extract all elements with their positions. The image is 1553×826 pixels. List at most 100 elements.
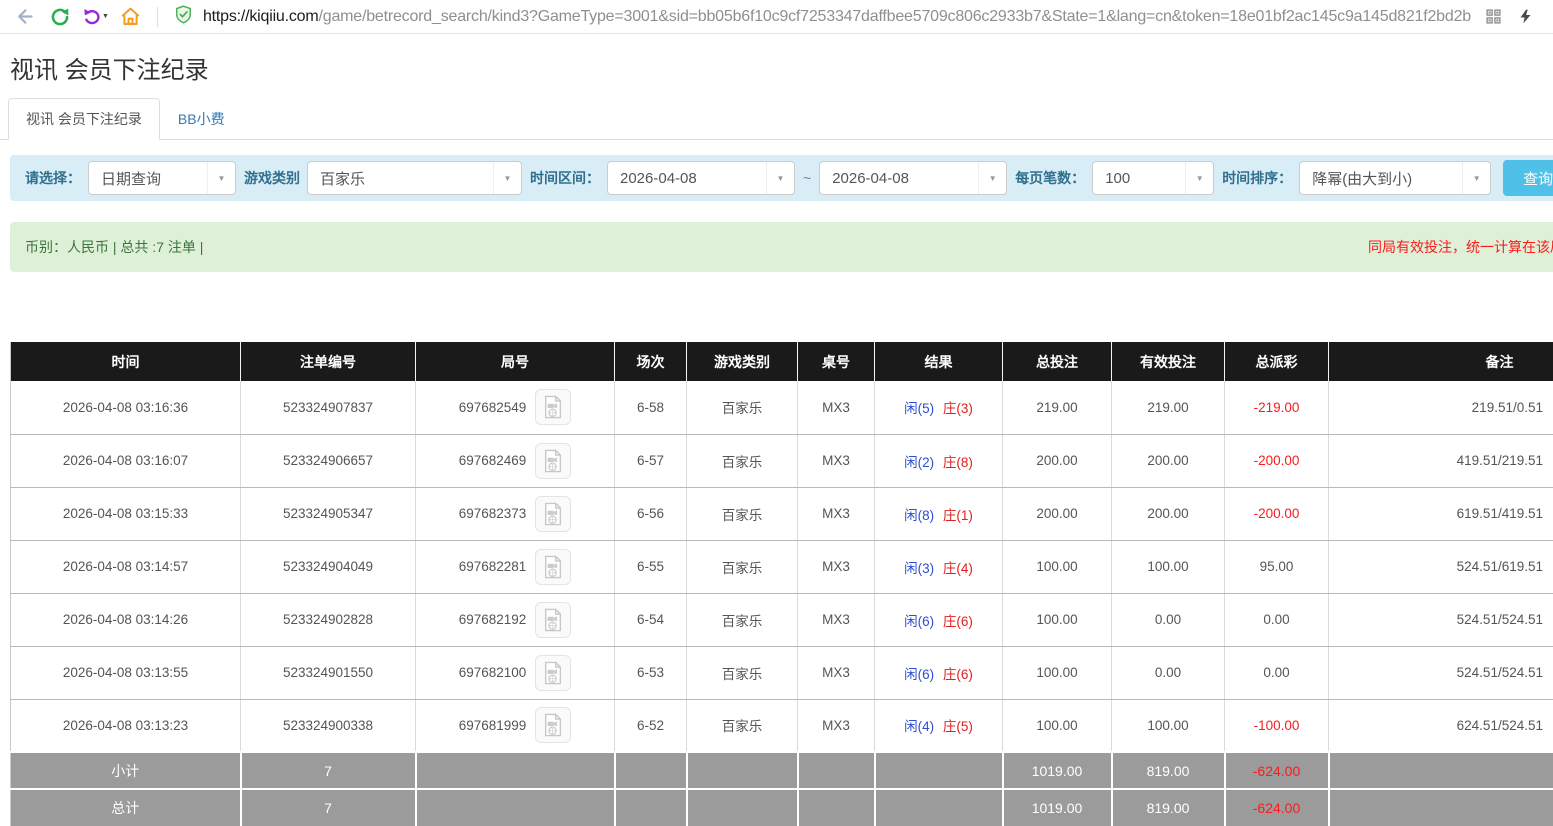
result-banker: 庄(1) xyxy=(943,508,973,523)
cell-result: 闲(4) 庄(5) xyxy=(875,699,1003,752)
date-from-select[interactable]: 2026-04-08 ▼ xyxy=(607,161,795,195)
table-row: 2026-04-08 03:14:26 523324902828 6976821… xyxy=(11,593,1553,646)
video-replay-button[interactable] xyxy=(535,443,571,479)
tab-video-bet-records[interactable]: 视讯 会员下注纪录 xyxy=(8,98,160,140)
summary-empty-cell xyxy=(875,789,1003,826)
undo-dropdown-caret[interactable]: ▼ xyxy=(102,13,109,20)
search-button[interactable]: 查询 xyxy=(1503,160,1553,196)
cell-bet-id: 523324902828 xyxy=(241,593,416,646)
chevron-down-icon: ▼ xyxy=(207,162,235,194)
page-title: 视讯 会员下注纪录 xyxy=(10,50,1553,85)
chevron-down-icon: ▼ xyxy=(1185,162,1213,194)
video-replay-button[interactable] xyxy=(535,655,571,691)
cell-bet-id: 523324900338 xyxy=(241,699,416,752)
summary-empty-cell xyxy=(798,752,875,789)
round-id-text: 697682192 xyxy=(459,612,527,627)
cell-total-bet[interactable]: 100.00 xyxy=(1003,593,1112,646)
page-size-value: 100 xyxy=(1093,170,1185,187)
chevron-down-icon: ▼ xyxy=(1462,162,1490,194)
date-to-value: 2026-04-08 xyxy=(820,170,978,187)
date-to-select[interactable]: 2026-04-08 ▼ xyxy=(819,161,1007,195)
cell-total-bet[interactable]: 219.00 xyxy=(1003,381,1112,434)
cell-time: 2026-04-08 03:13:55 xyxy=(11,646,241,699)
undo-history-button[interactable]: ▼ xyxy=(82,7,109,26)
summary-count: 7 xyxy=(241,752,416,789)
cell-total-bet[interactable]: 100.00 xyxy=(1003,540,1112,593)
result-player: 闲(4) xyxy=(904,719,934,734)
cell-total-bet[interactable]: 100.00 xyxy=(1003,699,1112,752)
video-replay-button[interactable] xyxy=(535,496,571,532)
cell-result: 闲(2) 庄(8) xyxy=(875,434,1003,487)
result-player: 闲(8) xyxy=(904,508,934,523)
summary-total-bet: 1019.00 xyxy=(1003,752,1112,789)
cell-payout: 95.00 xyxy=(1225,540,1329,593)
video-replay-button[interactable] xyxy=(535,549,571,585)
cell-game-type: 百家乐 xyxy=(687,699,798,752)
result-banker: 庄(6) xyxy=(943,667,973,682)
time-sort-label: 时间排序： xyxy=(1222,168,1292,188)
cell-valid-bet: 200.00 xyxy=(1112,434,1225,487)
cell-total-bet[interactable]: 200.00 xyxy=(1003,434,1112,487)
cell-total-bet[interactable]: 100.00 xyxy=(1003,646,1112,699)
cell-time: 2026-04-08 03:16:07 xyxy=(11,434,241,487)
summary-label: 小计 xyxy=(11,752,241,789)
page-size-label: 每页笔数： xyxy=(1015,168,1085,188)
security-shield-icon[interactable] xyxy=(174,5,193,29)
result-banker: 庄(5) xyxy=(943,719,973,734)
page-size-select[interactable]: 100 ▼ xyxy=(1092,161,1214,195)
back-icon[interactable] xyxy=(10,3,38,31)
chevron-down-icon: ▼ xyxy=(978,162,1006,194)
tab-bb-tip[interactable]: BB小费 xyxy=(160,98,243,140)
column-header: 时间 xyxy=(11,342,241,381)
cell-session: 6-57 xyxy=(615,434,687,487)
summary-empty-cell xyxy=(416,789,615,826)
result-banker: 庄(4) xyxy=(943,561,973,576)
table-row: 2026-04-08 03:15:33 523324905347 6976823… xyxy=(11,487,1553,540)
toolbar-divider xyxy=(157,7,158,27)
result-banker: 庄(8) xyxy=(943,455,973,470)
video-replay-button[interactable] xyxy=(535,707,571,743)
cell-round-id: 697682373 xyxy=(416,487,615,540)
cell-session: 6-54 xyxy=(615,593,687,646)
cell-valid-bet: 200.00 xyxy=(1112,487,1225,540)
summary-bar: 币别：人民币 | 总共 :7 注单 | 同局有效投注，统一计算在该局 xyxy=(10,222,1553,272)
query-type-value: 日期查询 xyxy=(89,168,207,189)
cell-round-id: 697682549 xyxy=(416,381,615,434)
table-row: 2026-04-08 03:16:36 523324907837 6976825… xyxy=(11,381,1553,434)
table-header-row: 时间 注单编号 局号 场次 游戏类别 桌号 结果 总投注 有效投注 总派彩 备注 xyxy=(11,342,1553,381)
cell-remark: 619.51/419.51 xyxy=(1329,487,1553,540)
video-replay-button[interactable] xyxy=(535,602,571,638)
round-id-text: 697682281 xyxy=(459,559,527,574)
chevron-down-icon: ▼ xyxy=(766,162,794,194)
lightning-icon[interactable] xyxy=(1511,3,1539,31)
cell-result: 闲(6) 庄(6) xyxy=(875,646,1003,699)
summary-row: 小计 7 1019.00 819.00 -624.00 xyxy=(11,752,1553,789)
url-text[interactable]: https://kiqiiu.com/game/betrecord_search… xyxy=(203,8,1471,26)
time-sort-select[interactable]: 降幂(由大到小) ▼ xyxy=(1299,161,1491,195)
date-range-label: 时间区间： xyxy=(530,168,600,188)
cell-total-bet[interactable]: 200.00 xyxy=(1003,487,1112,540)
qr-code-icon[interactable] xyxy=(1479,3,1507,31)
time-sort-value: 降幂(由大到小) xyxy=(1300,168,1462,189)
refresh-icon[interactable] xyxy=(46,3,74,31)
cell-round-id: 697682469 xyxy=(416,434,615,487)
query-type-select[interactable]: 日期查询 ▼ xyxy=(88,161,236,195)
cell-result: 闲(3) 庄(4) xyxy=(875,540,1003,593)
home-icon[interactable] xyxy=(117,3,145,31)
summary-total-bet: 1019.00 xyxy=(1003,789,1112,826)
game-type-label: 游戏类别 xyxy=(244,168,300,188)
cell-game-type: 百家乐 xyxy=(687,540,798,593)
cell-bet-id: 523324905347 xyxy=(241,487,416,540)
cell-valid-bet: 0.00 xyxy=(1112,593,1225,646)
cell-time: 2026-04-08 03:15:33 xyxy=(11,487,241,540)
game-type-select[interactable]: 百家乐 ▼ xyxy=(307,161,522,195)
column-header: 游戏类别 xyxy=(687,342,798,381)
summary-count: 7 xyxy=(241,789,416,826)
cell-game-type: 百家乐 xyxy=(687,646,798,699)
round-id-text: 697682549 xyxy=(459,400,527,415)
summary-empty-cell xyxy=(687,752,798,789)
summary-valid-bet: 819.00 xyxy=(1112,752,1225,789)
video-replay-button[interactable] xyxy=(535,389,571,425)
address-bar[interactable]: https://kiqiiu.com/game/betrecord_search… xyxy=(168,5,1471,29)
cell-remark: 524.51/524.51 xyxy=(1329,593,1553,646)
